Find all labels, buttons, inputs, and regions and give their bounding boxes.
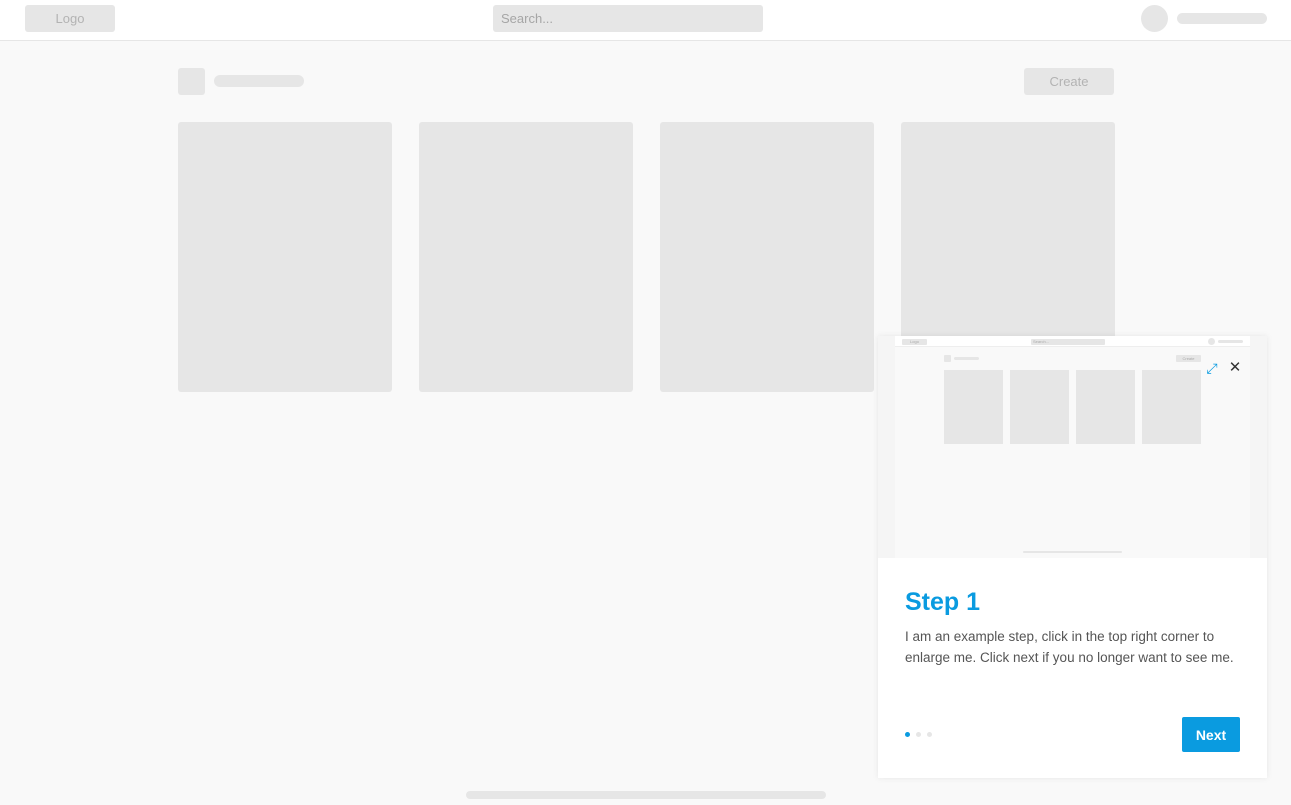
username-placeholder[interactable] — [1177, 13, 1267, 24]
search-input[interactable] — [493, 5, 763, 32]
preview-page-icon — [944, 355, 951, 362]
expand-icon[interactable]: ⤢ — [1204, 360, 1220, 376]
preview-search: Search... — [1031, 339, 1105, 345]
content-card[interactable] — [660, 122, 874, 392]
preview-card — [1076, 370, 1135, 444]
step-description: I am an example step, click in the top r… — [905, 629, 1234, 665]
content-card[interactable] — [178, 122, 392, 392]
next-button[interactable]: Next — [1182, 717, 1240, 752]
step-dot[interactable] — [927, 732, 932, 737]
avatar[interactable] — [1141, 5, 1168, 32]
page-icon-placeholder — [178, 68, 205, 95]
preview-scrollbar — [1023, 551, 1122, 553]
preview-create-button: Create — [1176, 355, 1201, 362]
step-dot-active[interactable] — [905, 732, 910, 737]
preview-top-bar: Logo Search... — [895, 336, 1250, 347]
tour-preview: Logo Search... Create ⤢ ✕ — [878, 336, 1267, 558]
preview-card — [1010, 370, 1069, 444]
create-button[interactable]: Create — [1024, 68, 1114, 95]
preview-username — [1218, 340, 1243, 343]
tour-popover: Logo Search... Create ⤢ ✕ Step 1 I am an… — [878, 336, 1267, 778]
close-icon[interactable]: ✕ — [1227, 360, 1243, 376]
preview-logo: Logo — [902, 339, 927, 345]
step-title: Step 1 — [905, 588, 981, 616]
preview-screenshot: Logo Search... Create — [895, 336, 1250, 558]
step-dot[interactable] — [916, 732, 921, 737]
preview-page-title — [954, 357, 979, 360]
logo-button[interactable]: Logo — [25, 5, 115, 32]
preview-card — [944, 370, 1003, 444]
step-indicator — [905, 732, 938, 738]
page-title-placeholder — [214, 75, 304, 87]
horizontal-scrollbar[interactable] — [466, 791, 826, 799]
content-card[interactable] — [419, 122, 633, 392]
preview-card — [1142, 370, 1201, 444]
top-bar: Logo — [0, 0, 1291, 41]
preview-avatar — [1208, 338, 1215, 345]
